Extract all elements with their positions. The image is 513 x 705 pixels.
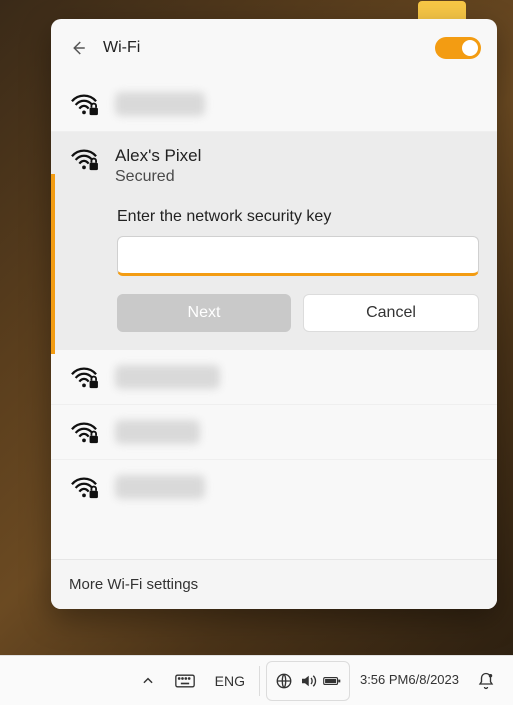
taskbar-date: 6/8/2023 xyxy=(408,672,459,688)
security-key-prompt: Enter the network security key xyxy=(69,208,479,226)
selected-network-status: Secured xyxy=(115,168,201,186)
cancel-button[interactable]: Cancel xyxy=(303,294,479,332)
more-wifi-settings-link[interactable]: More Wi-Fi settings xyxy=(51,559,497,609)
chevron-up-icon xyxy=(141,674,155,688)
notifications-button[interactable] xyxy=(469,661,503,701)
wifi-secured-icon xyxy=(69,474,99,500)
wifi-secured-icon xyxy=(69,146,99,172)
wifi-secured-icon xyxy=(69,419,99,445)
language-indicator[interactable]: ENG xyxy=(207,661,253,701)
network-name-redacted xyxy=(115,365,220,389)
notifications-icon xyxy=(477,672,495,690)
back-arrow-icon xyxy=(69,39,87,57)
next-button[interactable]: Next xyxy=(117,294,291,332)
touch-keyboard-icon xyxy=(175,674,195,688)
network-item[interactable] xyxy=(51,350,497,405)
network-item-selected: Alex's Pixel Secured Enter the network s… xyxy=(51,132,497,350)
network-item[interactable] xyxy=(51,77,497,132)
back-button[interactable] xyxy=(63,33,93,63)
touch-keyboard-button[interactable] xyxy=(167,661,203,701)
wifi-secured-icon xyxy=(69,364,99,390)
wifi-quick-settings-panel: Wi-Fi xyxy=(51,19,497,609)
clock-date[interactable]: 3:56 PM 6/8/2023 xyxy=(354,661,465,701)
wifi-secured-icon xyxy=(69,91,99,117)
panel-header: Wi-Fi xyxy=(51,19,497,77)
network-item[interactable] xyxy=(51,405,497,460)
taskbar-divider xyxy=(259,666,260,696)
taskbar-time: 3:56 PM xyxy=(360,672,408,688)
panel-title: Wi-Fi xyxy=(103,39,140,57)
network-item[interactable] xyxy=(51,460,497,514)
network-security-key-input[interactable] xyxy=(117,236,479,276)
selected-network-name: Alex's Pixel xyxy=(115,146,201,166)
network-list: Alex's Pixel Secured Enter the network s… xyxy=(51,77,497,559)
network-name-redacted xyxy=(115,475,205,499)
wifi-toggle[interactable] xyxy=(435,37,481,59)
taskbar: ENG 3:56 PM 6/8/2023 xyxy=(0,655,513,705)
volume-icon xyxy=(299,672,317,690)
network-icon xyxy=(275,672,293,690)
network-name-redacted xyxy=(115,92,205,116)
tray-chevron-up[interactable] xyxy=(133,661,163,701)
desktop-folder-peek xyxy=(418,1,466,19)
system-tray-group[interactable] xyxy=(266,661,350,701)
battery-icon xyxy=(323,672,341,690)
network-name-redacted xyxy=(115,420,200,444)
